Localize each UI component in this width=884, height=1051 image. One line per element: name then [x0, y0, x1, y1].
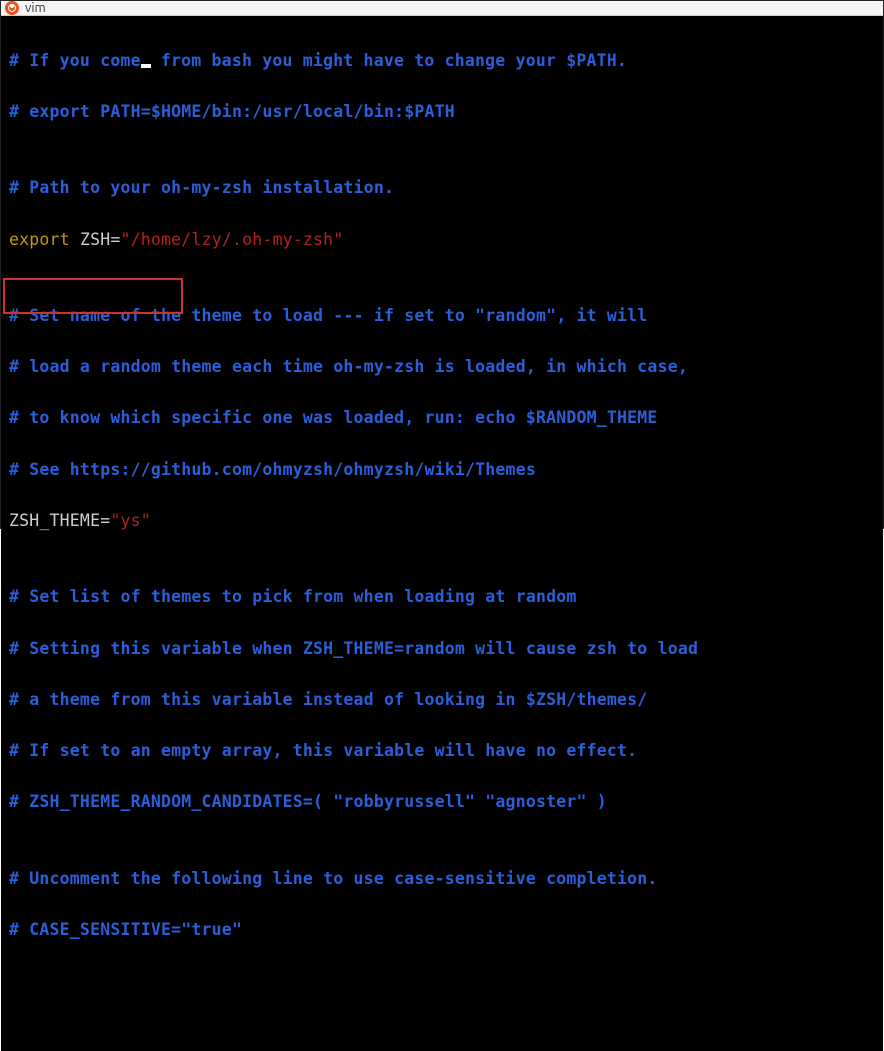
editor-line: # See https://github.com/ohmyzsh/ohmyzsh…: [9, 457, 875, 483]
editor-line: # If you come from bash you might have t…: [9, 48, 875, 74]
editor-line: # Path to your oh-my-zsh installation.: [9, 175, 875, 201]
cursor: [141, 64, 151, 68]
editor-line: # export PATH=$HOME/bin:/usr/local/bin:$…: [9, 99, 875, 125]
string-literal: "ys": [110, 511, 151, 530]
editor-line: # Uncomment the following line to use ca…: [9, 866, 875, 892]
editor-line: export ZSH="/home/lzy/.oh-my-zsh": [9, 227, 875, 253]
editor-line: # If set to an empty array, this variabl…: [9, 738, 875, 764]
editor-line: # a theme from this variable instead of …: [9, 687, 875, 713]
var-name: ZSH_THEME=: [9, 511, 110, 530]
editor-line: # Set name of the theme to load --- if s…: [9, 303, 875, 329]
editor-line: # Set list of themes to pick from when l…: [9, 584, 875, 610]
editor-line: # to know which specific one was loaded,…: [9, 405, 875, 431]
keyword-export: export: [9, 230, 70, 249]
terminal-editor[interactable]: # If you come from bash you might have t…: [1, 16, 883, 1051]
editor-line: # ZSH_THEME_RANDOM_CANDIDATES=( "robbyru…: [9, 789, 875, 815]
editor-line: ZSH_THEME="ys": [9, 508, 875, 534]
window-title: vim: [25, 1, 46, 15]
space: [70, 230, 80, 249]
comment-text: # If you come: [9, 51, 141, 70]
comment-text: from bash you might have to change your …: [151, 51, 627, 70]
ubuntu-icon: [5, 1, 19, 15]
vim-window: vim # If you come from bash you might ha…: [0, 0, 884, 529]
editor-line: # load a random theme each time oh-my-zs…: [9, 354, 875, 380]
string-literal: "/home/lzy/.oh-my-zsh": [121, 230, 344, 249]
titlebar[interactable]: vim: [1, 1, 883, 16]
editor-line: # CASE_SENSITIVE="true": [9, 917, 875, 943]
var-name: ZSH=: [80, 230, 121, 249]
editor-line: # Setting this variable when ZSH_THEME=r…: [9, 636, 875, 662]
